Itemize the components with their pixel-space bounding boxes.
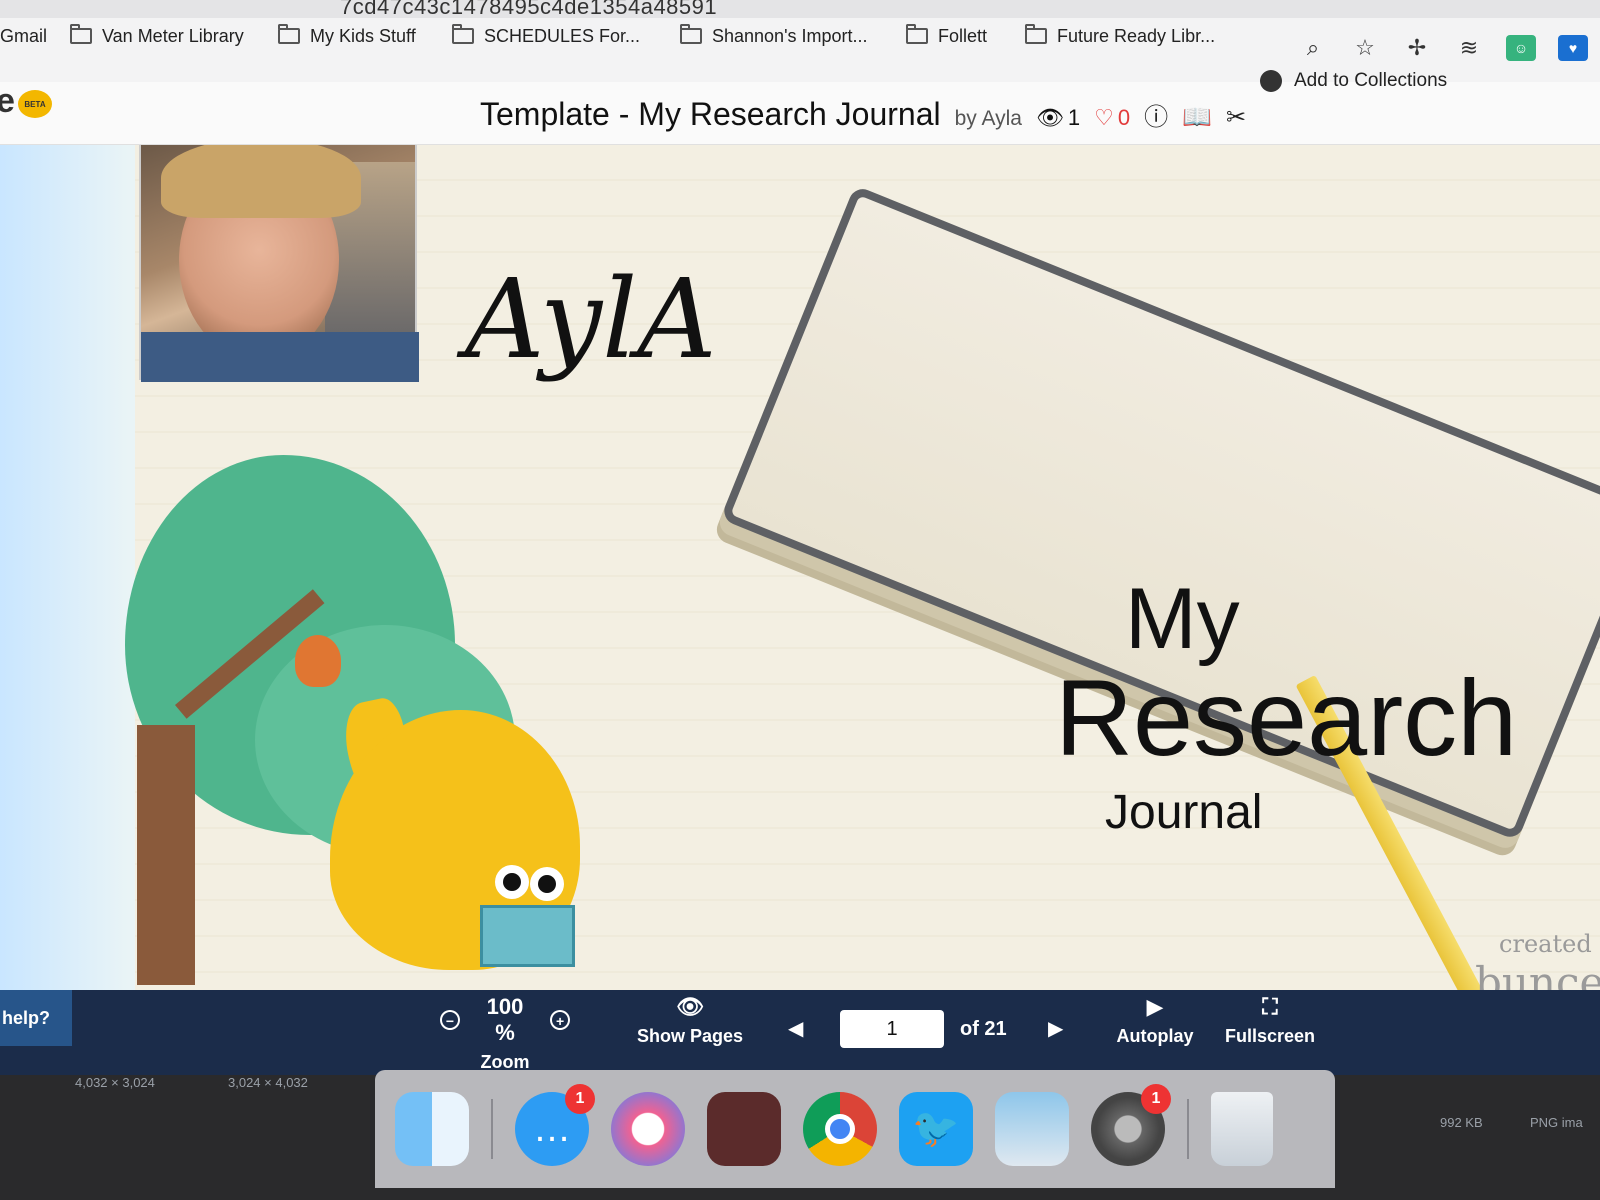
likes-count[interactable]: ♡ 0 (1094, 105, 1130, 131)
zoom-in-icon[interactable]: + (550, 1010, 570, 1030)
trash-icon[interactable] (1211, 1092, 1273, 1166)
globe-icon (1260, 70, 1282, 92)
show-pages-label: Show Pages (636, 1026, 744, 1046)
character-eye-left (495, 865, 529, 899)
photo-booth-icon[interactable] (707, 1092, 781, 1166)
settings-badge: 1 (1141, 1084, 1171, 1114)
buncee-logo[interactable]: e (0, 82, 15, 121)
presentation-stage: AylA My Research Journal created on bunc… (0, 145, 1600, 990)
zoom-out-icon[interactable]: − (440, 1010, 460, 1030)
play-icon: ▶ (1146, 994, 1164, 1019)
previous-page-arrow-icon[interactable]: ◀ (788, 1016, 803, 1041)
help-button[interactable]: help? (0, 990, 72, 1046)
browser-toolbar-icons: ⌕ ☆ ✢ ≋ ☺ ♥ (1298, 18, 1600, 78)
bird-extension-icon[interactable]: ✢ (1402, 35, 1432, 61)
folder-icon (680, 24, 702, 44)
zoom-control: − 100 % + Zoom (440, 994, 570, 1073)
messages-badge: 1 (565, 1084, 595, 1114)
green-extension-icon[interactable]: ☺ (1506, 35, 1536, 61)
buncee-credit: created on buncee (1475, 930, 1600, 990)
chrome-icon[interactable] (803, 1092, 877, 1166)
total-pages: of 21 (960, 1018, 1007, 1040)
eye-icon: 👁 (676, 994, 704, 1019)
bookmark-my-kids-stuff[interactable]: My Kids Stuff (278, 18, 416, 54)
bookmark-label: My Kids Stuff (310, 25, 416, 46)
folder-icon (452, 24, 474, 44)
tree-trunk (137, 725, 195, 985)
info-icon[interactable]: ⓘ (1144, 97, 1168, 132)
next-page-arrow-icon[interactable]: ▶ (1048, 1016, 1063, 1041)
autoplay-label: Autoplay (1116, 1026, 1194, 1046)
dock-divider (1187, 1099, 1189, 1159)
credit-created-on: created on (1499, 930, 1600, 958)
add-to-collections-button[interactable]: Add to Collections (1260, 70, 1447, 92)
autoplay-button[interactable]: ▶ Autoplay (1105, 994, 1205, 1047)
zoom-icon[interactable]: ⌕ (1298, 35, 1328, 61)
character-eye-right (530, 867, 564, 901)
bookmark-label: Van Meter Library (102, 25, 244, 46)
bookmark-label: SCHEDULES For... (484, 25, 641, 46)
file-dimensions-2: 3,024 × 4,032 (228, 1075, 308, 1090)
folder-icon (70, 24, 92, 44)
file-dimensions-1: 4,032 × 3,024 (75, 1075, 155, 1090)
folder-icon (1025, 24, 1047, 44)
zoom-value: 100 % (486, 994, 524, 1045)
twitter-icon[interactable]: 🐦 (899, 1092, 973, 1166)
folder-icon (906, 24, 928, 44)
student-name: AylA (465, 255, 717, 383)
views-value: 1 (1067, 105, 1081, 130)
bookmark-label: Gmail (0, 25, 48, 46)
macos-dock: … 1 ♫ 🐦 1 (375, 1070, 1335, 1188)
bookmark-shannons-import[interactable]: Shannon's Import... (680, 18, 868, 54)
messages-icon[interactable]: … 1 (515, 1084, 595, 1166)
presentation-title: Template - My Research Journal (480, 96, 941, 132)
views-count: 👁 1 (1036, 105, 1080, 131)
immersive-reader-icon[interactable]: 📖 (1182, 103, 1212, 132)
folder-icon (278, 24, 300, 44)
slide-title-research: Research (1055, 657, 1518, 778)
url-text: 7cd47c43c1478495c4de1354a48591 (340, 0, 718, 19)
beta-badge: BETA (18, 90, 52, 118)
add-to-collections-label: Add to Collections (1294, 70, 1448, 91)
dock-divider (491, 1099, 493, 1159)
bookmark-label: Shannon's Import... (712, 25, 868, 46)
bookmark-follett[interactable]: Follett (906, 18, 987, 54)
bookmark-future-ready[interactable]: Future Ready Libr... (1025, 18, 1215, 54)
author-label[interactable]: by Ayla (955, 107, 1022, 131)
bookmark-gmail[interactable]: Gmail (0, 18, 47, 54)
blue-extension-icon[interactable]: ♥ (1558, 35, 1588, 61)
eye-icon: 👁 (1035, 105, 1064, 130)
bookmark-label: Follett (938, 25, 988, 46)
fullscreen-button[interactable]: ⛶ Fullscreen (1215, 994, 1325, 1047)
buffer-extension-icon[interactable]: ≋ (1454, 35, 1484, 61)
likes-value: 0 (1117, 105, 1131, 130)
preview-icon[interactable] (995, 1092, 1069, 1166)
player-toolbar: help? − 100 % + Zoom 👁 Show Pages ◀ of 2… (0, 990, 1600, 1075)
slide-canvas: AylA My Research Journal created on bunc… (125, 145, 1600, 990)
fullscreen-label: Fullscreen (1224, 1026, 1316, 1046)
bookmark-van-meter-library[interactable]: Van Meter Library (70, 18, 244, 54)
presentation-title-row: Template - My Research Journal by Ayla 👁… (480, 96, 1246, 133)
character-book (480, 905, 575, 967)
fullscreen-icon: ⛶ (1262, 994, 1278, 1019)
bookmark-label: Future Ready Libr... (1057, 25, 1216, 46)
file-type: PNG ima (1530, 1115, 1583, 1130)
bookmark-schedules[interactable]: SCHEDULES For... (452, 18, 640, 54)
star-icon[interactable]: ☆ (1350, 35, 1380, 61)
system-preferences-icon[interactable]: 1 (1091, 1084, 1171, 1166)
student-photo (139, 145, 419, 382)
app-header: e BETA Template - My Research Journal by… (0, 70, 1600, 145)
file-size: 992 KB (1440, 1115, 1483, 1130)
show-pages-button[interactable]: 👁 Show Pages (630, 994, 750, 1047)
scissors-icon[interactable]: ✂ (1226, 103, 1246, 132)
page-number-input[interactable] (840, 1010, 944, 1048)
itunes-icon[interactable]: ♫ (611, 1092, 685, 1166)
heart-icon: ♡ (1094, 105, 1114, 130)
credit-buncee: buncee (1475, 958, 1600, 990)
robin-illustration (295, 635, 341, 687)
slide-title-journal: Journal (1105, 786, 1263, 839)
finder-icon[interactable] (395, 1092, 469, 1166)
